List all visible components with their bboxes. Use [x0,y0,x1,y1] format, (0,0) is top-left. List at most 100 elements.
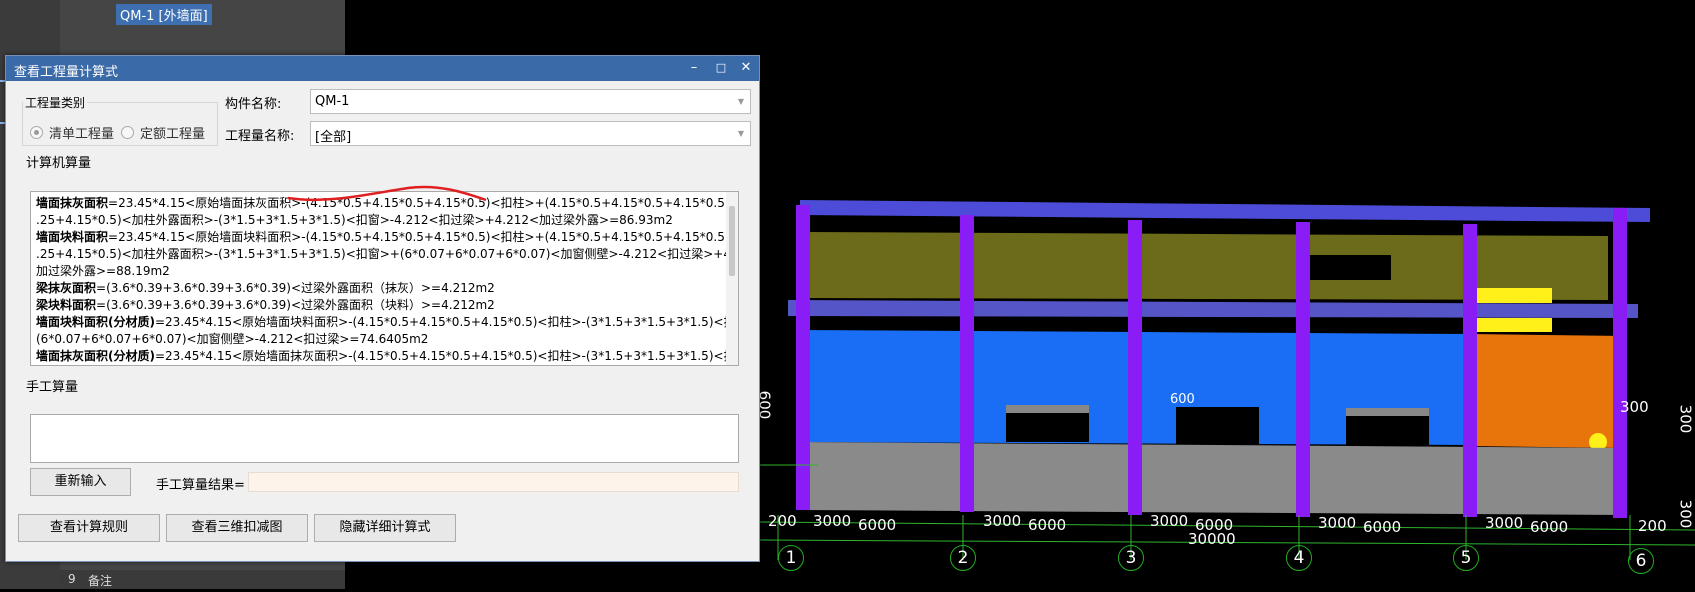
formula-term: 墙面抹灰面积(分材质) [36,349,155,363]
top-beam [800,200,1650,222]
view-3d-deduction-button[interactable]: 查看三维扣减图 [166,514,308,542]
column [1463,224,1477,517]
total-dimension-label: 30000 [1188,530,1236,548]
dimension-label: 200 [768,512,797,530]
radio-bill-quantity[interactable]: 清单工程量 [30,123,114,142]
formula-expression: 加过梁外露>=88.19m2 [36,264,170,278]
formula-term: 墙面块料面积 [36,230,109,244]
formula-term: 墙面抹灰面积 [36,196,109,210]
window-head [1346,408,1429,416]
column [1613,208,1627,518]
orange-wall [1470,334,1626,448]
radio-label: 定额工程量 [140,127,206,142]
window [1176,407,1259,444]
quantity-name-value: [全部] [315,130,352,145]
axis-marker: 6 [1628,548,1654,574]
yellow-element [1470,288,1552,303]
radio-icon [30,126,43,139]
manual-calc-label: 手工算量 [26,380,79,395]
dimension-label: 3000 [813,512,852,530]
column [960,215,974,512]
dimension-label: 3000 [1485,514,1524,532]
column [1296,222,1310,517]
reenter-button[interactable]: 重新输入 [30,468,131,496]
formula-line: 墙面块料面积(分材质)=23.45*4.15<原始墙面块料面积>-(4.15*0… [36,314,738,331]
column [796,205,810,510]
formula-line: (6*0.07+6*0.07+6*0.07)<加窗侧壁>-4.212<扣过梁>=… [36,331,726,348]
radio-icon [121,126,134,139]
axis-marker: 2 [950,545,976,571]
window-dimension-label: 600 [1170,392,1195,407]
manual-result-field[interactable] [248,472,739,492]
chevron-down-icon: ▼ [737,97,744,106]
3d-view[interactable]: 200 3000 6000 3000 6000 3000 6000 3000 6… [755,0,1695,589]
formula-term: 梁抹灰面积 [36,281,97,295]
formula-expression: =23.45*4.15<原始墙面抹灰面积>-(4.15*0.5+4.15*0.5… [154,349,739,363]
formula-expression: .25+4.15*0.5)<加柱外露面积>-(3*1.5+3*1.5+3*1.5… [36,213,673,227]
calc-formula-textbox[interactable]: 墙面抹灰面积 =23.45*4.15<原始墙面抹灰面积>-(4.15*0.5+4.… [30,191,739,366]
radio-quota-quantity[interactable]: 定额工程量 [121,123,205,142]
dimension-label: 3000 [1150,512,1189,530]
quantity-name-label: 工程量名称: [225,129,295,144]
side-dimension-label: 300 [1676,404,1695,434]
row-number: 9 [68,572,76,586]
dimension-label: 6000 [1530,518,1569,536]
upper-window [1306,255,1391,280]
dimension-label: 200 [1638,517,1667,535]
formula-line: 墙面块料面积=23.45*4.15<原始墙面块料面积>-(4.15*0.5+4.… [36,229,738,246]
manual-result-label: 手工算量结果= [156,478,245,493]
base-wall [798,442,1626,515]
formula-expression: =23.45*4.15<原始墙面块料面积>-(4.15*0.5+4.15*0.5… [108,230,739,244]
hide-detail-formula-button[interactable]: 隐藏详细计算式 [314,514,456,542]
dialog-titlebar[interactable]: 查看工程量计算式 – □ ✕ [6,56,759,81]
vertical-scrollbar[interactable] [726,192,738,365]
row-label: 备注 [88,574,113,588]
manual-calc-input[interactable] [30,414,739,463]
formula-term: 墙面块料面积(分材质) [36,315,155,329]
minimize-icon[interactable]: – [685,59,703,77]
chevron-down-icon: ▼ [737,129,744,138]
axis-marker: 1 [778,545,804,571]
component-name-label: 构件名称: [225,97,282,112]
building-3d-model [757,200,1695,560]
formula-expression: .25+4.15*0.5)<加柱外露面积>-(3*1.5+3*1.5+3*1.5… [36,247,739,261]
dimension-label: 3000 [983,512,1022,530]
window-head [1006,405,1089,413]
calc-formula-lines: 墙面抹灰面积 =23.45*4.15<原始墙面抹灰面积>-(4.15*0.5+4.… [36,195,738,365]
maximize-icon[interactable]: □ [712,59,730,77]
property-row[interactable]: 9 备注 [60,570,345,589]
formula-expression: (6*0.07+6*0.07+6*0.07)<加窗侧壁>-4.212<扣过梁>=… [36,332,429,346]
red-annotation-stroke [288,185,487,202]
axis-marker: 4 [1286,545,1312,571]
selected-element-chip[interactable]: QM-1 [外墙面] [116,4,212,25]
formula-line: 梁块料面积=(3.6*0.39+3.6*0.39+3.6*0.39)<过梁外露面… [36,297,726,314]
dimension-label: 6000 [858,516,897,534]
close-icon[interactable]: ✕ [737,59,755,77]
column [1128,220,1142,515]
component-name-select[interactable]: QM-1 ▼ [310,89,751,114]
dimension-label: 6000 [1028,516,1067,534]
formula-term: 梁块料面积 [36,298,97,312]
formula-line: .25+4.15*0.5)<加柱外露面积>-(3*1.5+3*1.5+3*1.5… [36,212,726,229]
quantity-category-legend: 工程量类别 [25,96,86,110]
side-dimension-label: 300 [1676,499,1695,529]
component-name-value: QM-1 [315,94,350,109]
radio-label: 清单工程量 [49,127,115,142]
dimension-label: 6000 [1363,518,1402,536]
formula-line: 梁抹灰面积=(3.6*0.39+3.6*0.39+3.6*0.39)<过梁外露面… [36,280,726,297]
formula-expression: =(3.6*0.39+3.6*0.39+3.6*0.39)<过梁外露面积（抹灰）… [96,281,495,295]
view-calc-rules-button[interactable]: 查看计算规则 [18,514,160,542]
axis-marker: 5 [1453,545,1479,571]
formula-line: .25+4.15*0.5)<加柱外露面积>-(3*1.5+3*1.5+3*1.5… [36,246,738,263]
axis-marker: 3 [1118,545,1144,571]
formula-expression: =23.45*4.15<原始墙面块料面积>-(4.15*0.5+4.15*0.5… [154,315,739,329]
dimension-label: 3000 [1318,514,1357,532]
scrollbar-thumb[interactable] [729,206,735,276]
formula-line: 墙面抹灰面积(分材质)=23.45*4.15<原始墙面抹灰面积>-(4.15*0… [36,348,738,365]
side-dimension-label: 300 [1620,398,1649,416]
dialog-title: 查看工程量计算式 [14,65,119,80]
formula-expression: =(3.6*0.39+3.6*0.39+3.6*0.39)<过梁外露面积（块料）… [96,298,495,312]
yellow-element [1470,318,1552,332]
formula-line: 加过梁外露>=88.19m2 [36,263,726,280]
quantity-name-select[interactable]: [全部] ▼ [310,121,751,146]
